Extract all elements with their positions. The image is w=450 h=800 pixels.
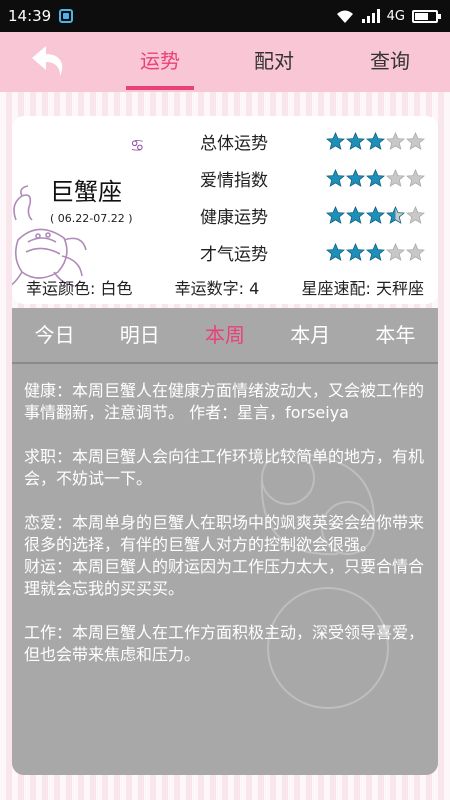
forecast-love: 恋爱：本周单身的巨蟹人在职场中的飒爽英姿会给你带来很多的选择，有伴的巨蟹人对方的…: [24, 513, 425, 554]
star-filled-icon: [326, 131, 345, 150]
sign-match: 星座速配: 天秤座: [301, 279, 424, 298]
lucky-color: 幸运颜色: 白色: [26, 279, 133, 298]
forecast-text: 健康：本周巨蟹人在健康方面情绪波动大，又会被工作的事情翻新，注意调节。 作者：星…: [24, 380, 428, 688]
rating-row-overall: 总体运势: [200, 126, 425, 156]
active-tab-indicator: [126, 86, 194, 90]
star-rating: [326, 242, 425, 262]
sign-dates: ( 06.22-07.22 ): [50, 212, 133, 225]
network-type: 4G: [386, 8, 405, 24]
tab-this-week[interactable]: 本周: [182, 308, 267, 362]
tab-this-month[interactable]: 本月: [268, 308, 353, 362]
star-rating: [326, 168, 425, 188]
star-filled-icon: [346, 168, 365, 187]
star-rating: [326, 205, 425, 225]
tab-tomorrow[interactable]: 明日: [97, 308, 182, 362]
tab-query[interactable]: 查询: [340, 32, 440, 92]
battery-icon: [412, 9, 441, 23]
top-nav: 运势 配对 查询: [0, 32, 450, 92]
forecast-wealth: 财运：本周巨蟹人的财运因为工作压力太大，只要合情合理就会忘我的买买买。: [24, 557, 425, 598]
tab-match[interactable]: 配对: [224, 32, 324, 92]
star-empty-icon: [386, 131, 405, 150]
star-filled-icon: [346, 242, 365, 261]
forecast-health: 健康：本周巨蟹人在健康方面情绪波动大，又会被工作的事情翻新，注意调节。 作者：星…: [24, 381, 425, 422]
star-filled-icon: [326, 242, 345, 261]
sign-name: 巨蟹座: [50, 178, 122, 206]
status-time: 14:39: [8, 7, 52, 25]
star-filled-icon: [366, 168, 385, 187]
star-filled-icon: [366, 131, 385, 150]
lucky-number: 幸运数字: 4: [174, 279, 260, 298]
star-filled-icon: [346, 205, 365, 224]
star-empty-icon: [406, 205, 425, 224]
rating-label: 才气运势: [200, 244, 268, 265]
back-arrow-icon: [32, 46, 63, 76]
star-filled-icon: [366, 242, 385, 261]
rating-label: 健康运势: [200, 207, 268, 228]
forecast-panel: 今日 明日 本周 本月 本年 健康：本周巨蟹人在健康方面情绪波动大，又会被工作的…: [12, 308, 438, 775]
star-filled-icon: [346, 131, 365, 150]
wifi-icon: [335, 9, 355, 24]
tab-fortune-label: 运势: [140, 49, 180, 73]
tab-match-label: 配对: [254, 49, 294, 73]
status-bar: 14:39 4G: [0, 0, 450, 32]
back-button[interactable]: [28, 40, 72, 84]
star-empty-icon: [386, 168, 405, 187]
star-filled-icon: [326, 205, 345, 224]
app-notification-icon: [59, 9, 74, 23]
star-filled-icon: [366, 205, 385, 224]
cancer-symbol-icon: ♋: [130, 136, 145, 155]
forecast-work: 工作：本周巨蟹人在工作方面积极主动，深受领导喜爱，但也会带来焦虑和压力。: [24, 623, 425, 664]
star-half-icon: [386, 205, 405, 224]
rating-row-talent: 才气运势: [200, 237, 425, 267]
rating-row-health: 健康运势: [200, 200, 425, 230]
star-empty-icon: [406, 131, 425, 150]
period-tabs: 今日 明日 本周 本月 本年: [12, 308, 438, 364]
rating-label: 爱情指数: [200, 170, 268, 191]
sign-info-card: ♋ 巨蟹座 ( 06.22-07.22 ) 总体运势 爱情指数 健康运势 才气运…: [12, 116, 438, 304]
tab-fortune[interactable]: 运势: [110, 32, 210, 92]
rating-label: 总体运势: [200, 133, 268, 154]
star-filled-icon: [326, 168, 345, 187]
forecast-job: 求职：本周巨蟹人会向往工作环境比较简单的地方，有机会，不妨试一下。: [24, 447, 425, 488]
rating-row-love: 爱情指数: [200, 163, 425, 193]
star-rating: [326, 131, 425, 151]
signal-icon: [361, 9, 380, 23]
tab-today[interactable]: 今日: [12, 308, 97, 362]
tab-query-label: 查询: [370, 49, 410, 73]
star-empty-icon: [406, 242, 425, 261]
star-empty-icon: [406, 168, 425, 187]
lucky-info: 幸运颜色: 白色 幸运数字: 4 星座速配: 天秤座: [12, 272, 438, 302]
star-empty-icon: [386, 242, 405, 261]
tab-this-year[interactable]: 本年: [353, 308, 438, 362]
